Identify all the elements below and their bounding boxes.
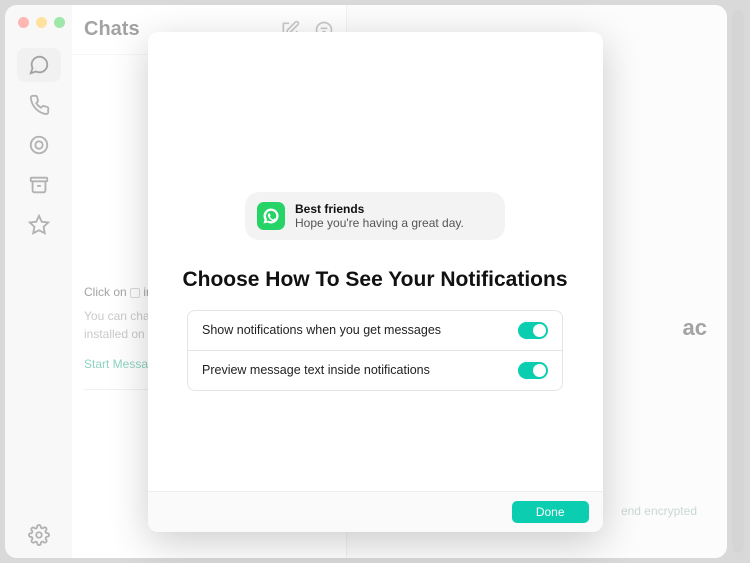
- setting-preview-text: Preview message text inside notification…: [188, 350, 562, 390]
- notification-preview-card: Best friends Hope you're having a great …: [245, 192, 505, 240]
- setting-show-notifications: Show notifications when you get messages: [188, 311, 562, 350]
- modal-footer: Done: [148, 491, 603, 532]
- modal-title: Choose How To See Your Notifications: [182, 268, 567, 292]
- toggle-preview-text[interactable]: [518, 362, 548, 379]
- notification-subtitle: Hope you're having a great day.: [295, 216, 464, 230]
- toggle-show-notifications[interactable]: [518, 322, 548, 339]
- done-button[interactable]: Done: [512, 501, 589, 523]
- notifications-modal: Best friends Hope you're having a great …: [148, 32, 603, 532]
- setting-label: Show notifications when you get messages: [202, 323, 518, 337]
- notification-title: Best friends: [295, 202, 464, 216]
- whatsapp-icon: [257, 202, 285, 230]
- modal-overlay: Best friends Hope you're having a great …: [0, 0, 750, 563]
- setting-label: Preview message text inside notification…: [202, 363, 518, 377]
- settings-list: Show notifications when you get messages…: [187, 310, 563, 391]
